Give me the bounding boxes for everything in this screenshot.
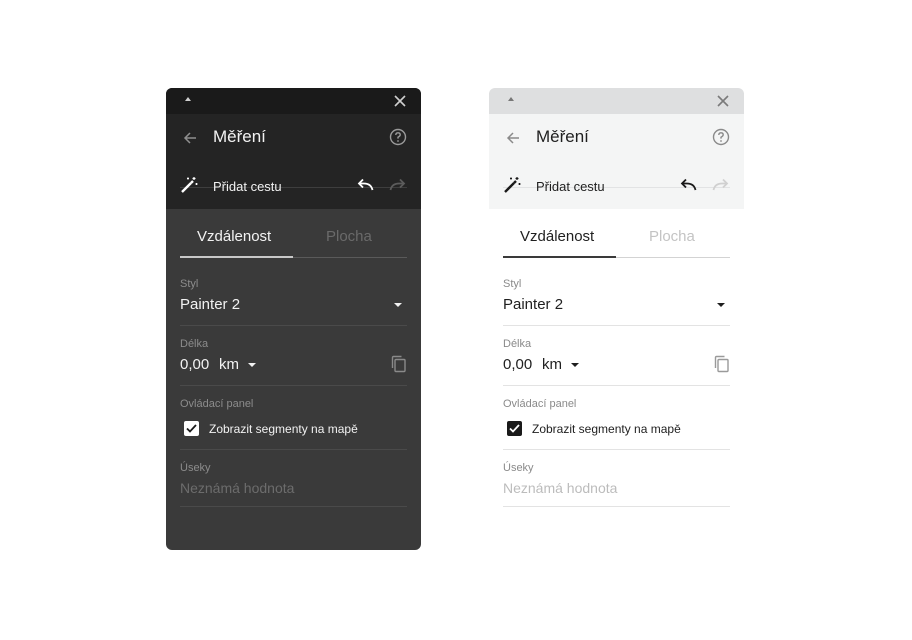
measure-tabs: Vzdálenost Plocha (503, 210, 730, 258)
style-select[interactable]: Styl Painter 2 (180, 278, 407, 326)
checkbox-check-icon (186, 424, 197, 433)
title-row: Měření (166, 114, 421, 161)
segments-caption: Úseky (503, 462, 534, 474)
panel-header: Měření Přidat cestu (489, 114, 744, 209)
measure-tabs: Vzdálenost Plocha (180, 210, 407, 258)
add-path-row[interactable]: Přidat cestu (166, 161, 421, 209)
style-caption: Styl (180, 278, 199, 290)
magic-wand-icon (181, 177, 198, 193)
active-tab-indicator (180, 256, 293, 258)
dropdown-caret-icon[interactable] (571, 363, 579, 367)
style-value[interactable]: Painter 2 (503, 296, 563, 313)
redo-icon[interactable] (712, 178, 729, 192)
undo-icon[interactable] (357, 178, 374, 192)
copy-icon[interactable] (713, 355, 730, 373)
divider (503, 385, 730, 386)
control-panel-section: Ovládací panel Zobrazit segmenty na mapě (180, 398, 407, 450)
divider (180, 506, 407, 507)
add-path-row[interactable]: Přidat cestu (489, 161, 744, 209)
back-arrow-icon[interactable] (505, 130, 521, 146)
length-field: Délka 0,00 km (180, 338, 407, 386)
undo-icon[interactable] (680, 178, 697, 192)
style-select[interactable]: Styl Painter 2 (503, 278, 730, 326)
style-value[interactable]: Painter 2 (180, 296, 240, 313)
dropdown-caret-icon[interactable] (717, 303, 725, 307)
control-panel-caption: Ovládací panel (180, 398, 254, 410)
length-caption: Délka (180, 338, 209, 350)
panel-title: Měření (213, 127, 266, 146)
control-panel-caption: Ovládací panel (503, 398, 577, 410)
checkbox-check-icon (509, 424, 520, 433)
divider (180, 449, 407, 450)
measure-panel-dark: Měření Přidat cestu Vzdálenost Plocha St… (166, 88, 421, 550)
segments-checkbox[interactable] (184, 421, 199, 436)
magic-wand-icon (504, 177, 521, 193)
window-titlebar (166, 88, 421, 114)
segments-caption: Úseky (180, 462, 211, 474)
divider (503, 325, 730, 326)
segments-checkbox[interactable] (507, 421, 522, 436)
help-icon[interactable] (712, 128, 730, 146)
add-path-button[interactable]: Přidat cestu (213, 179, 282, 194)
collapse-icon[interactable] (185, 97, 191, 101)
length-value: 0,00 (503, 356, 533, 373)
close-icon[interactable] (715, 93, 731, 109)
title-row: Měření (489, 114, 744, 161)
length-caption: Délka (503, 338, 532, 350)
length-unit-select[interactable]: km (542, 356, 562, 373)
tab-area[interactable]: Plocha (649, 228, 695, 245)
segments-field: Úseky Neznámá hodnota (180, 462, 407, 507)
dropdown-caret-icon[interactable] (394, 303, 402, 307)
divider (503, 506, 730, 507)
length-field: Délka 0,00 km (503, 338, 730, 386)
redo-icon[interactable] (389, 178, 406, 192)
divider (180, 325, 407, 326)
window-titlebar (489, 88, 744, 114)
tab-area[interactable]: Plocha (326, 228, 372, 245)
segments-field: Úseky Neznámá hodnota (503, 462, 730, 507)
panel-title: Měření (536, 127, 589, 146)
add-path-button[interactable]: Přidat cestu (536, 179, 605, 194)
style-caption: Styl (503, 278, 522, 290)
collapse-icon[interactable] (508, 97, 514, 101)
divider (503, 449, 730, 450)
help-icon[interactable] (389, 128, 407, 146)
copy-icon[interactable] (390, 355, 407, 373)
close-icon[interactable] (392, 93, 408, 109)
measure-panel-light: Měření Přidat cestu Vzdálenost Plocha St… (489, 88, 744, 550)
length-unit-select[interactable]: km (219, 356, 239, 373)
segments-checkbox-label[interactable]: Zobrazit segmenty na mapě (209, 422, 358, 436)
segments-checkbox-label[interactable]: Zobrazit segmenty na mapě (532, 422, 681, 436)
tab-distance[interactable]: Vzdálenost (520, 228, 594, 245)
length-value: 0,00 (180, 356, 210, 373)
control-panel-section: Ovládací panel Zobrazit segmenty na mapě (503, 398, 730, 450)
segments-value: Neznámá hodnota (503, 480, 618, 496)
tab-distance[interactable]: Vzdálenost (197, 228, 271, 245)
back-arrow-icon[interactable] (182, 130, 198, 146)
divider (180, 385, 407, 386)
dropdown-caret-icon[interactable] (248, 363, 256, 367)
active-tab-indicator (503, 256, 616, 258)
panel-header: Měření Přidat cestu (166, 114, 421, 209)
segments-value: Neznámá hodnota (180, 480, 295, 496)
